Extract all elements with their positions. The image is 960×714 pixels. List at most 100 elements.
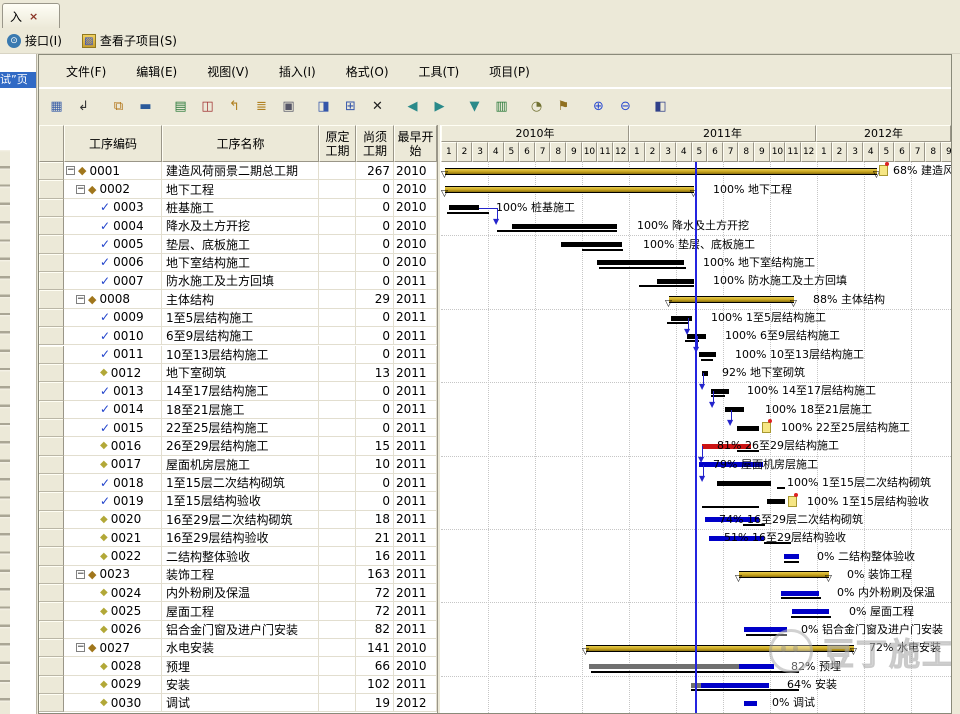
remain-duration-cell[interactable]: 0 [356,254,394,272]
orig-duration-cell[interactable] [319,162,356,180]
early-start-cell[interactable]: 2011 [394,382,437,400]
insert-row-icon[interactable]: ⊞ [340,96,361,117]
task-code-cell[interactable]: −◆0027 [64,639,162,657]
gantt-progress-bar[interactable] [449,205,479,210]
header-col-early-start[interactable]: 最早开始 [394,125,437,162]
early-start-cell[interactable]: 2011 [394,584,437,602]
early-start-cell[interactable]: 2010 [394,162,437,180]
remain-duration-cell[interactable]: 0 [356,309,394,327]
collapse-expand-box[interactable]: − [76,643,85,652]
orig-duration-cell[interactable] [319,602,356,620]
move-task-icon[interactable]: ↰ [224,96,245,117]
task-row[interactable]: ✓0006地下室结构施工02010 [39,254,437,272]
row-header-cell[interactable] [39,456,64,474]
task-note-icon[interactable] [762,422,771,433]
remain-duration-cell[interactable]: 0 [356,217,394,235]
header-col-code[interactable]: 工序编码 [64,125,162,162]
row-header-cell[interactable] [39,492,64,510]
task-code-cell[interactable]: ✓0014 [64,401,162,419]
remain-duration-cell[interactable]: 16 [356,547,394,565]
tab-close-icon[interactable]: × [29,10,38,23]
remain-duration-cell[interactable]: 82 [356,621,394,639]
menu-item[interactable]: 插入(I) [264,58,331,85]
row-header-cell[interactable] [39,694,64,712]
task-code-cell[interactable]: ✓0004 [64,217,162,235]
task-row[interactable]: ✓001110至13层结构施工02011 [39,346,437,364]
row-header-cell[interactable] [39,272,64,290]
task-code-cell[interactable]: ✓0007 [64,272,162,290]
task-name-cell[interactable]: 铝合金门窗及进户门安装 [162,621,319,639]
task-code-cell[interactable]: ◆0022 [64,547,162,565]
remain-duration-cell[interactable]: 141 [356,639,394,657]
task-name-cell[interactable]: 22至25层结构施工 [162,419,319,437]
task-name-cell[interactable]: 1至5层结构施工 [162,309,319,327]
early-start-cell[interactable]: 2010 [394,254,437,272]
remain-duration-cell[interactable]: 72 [356,584,394,602]
task-row[interactable]: ◆0017屋面机房层施工102011 [39,456,437,474]
menu-item[interactable]: 视图(V) [192,58,264,85]
remain-duration-cell[interactable]: 102 [356,676,394,694]
task-row[interactable]: ✓00191至15层结构验收02011 [39,492,437,510]
orig-duration-cell[interactable] [319,676,356,694]
early-start-cell[interactable]: 2010 [394,657,437,675]
orig-duration-cell[interactable] [319,235,356,253]
orig-duration-cell[interactable] [319,254,356,272]
orig-duration-cell[interactable] [319,199,356,217]
gantt-baseline-bar[interactable] [582,249,623,251]
task-code-cell[interactable]: −◆0001 [64,162,162,180]
task-row[interactable]: ✓0005垫层、底板施工02010 [39,235,437,253]
task-name-cell[interactable]: 垫层、底板施工 [162,235,319,253]
early-start-cell[interactable]: 2011 [394,309,437,327]
task-row[interactable]: ◆0030调试192012 [39,694,437,712]
task-row[interactable]: ◆0028预埋662010 [39,657,437,675]
early-start-cell[interactable]: 2011 [394,437,437,455]
remain-duration-cell[interactable]: 163 [356,566,394,584]
gantt-baseline-bar[interactable] [667,322,689,324]
remain-duration-cell[interactable]: 72 [356,602,394,620]
gantt-summary-bar[interactable] [669,296,794,303]
task-row[interactable]: ✓001314至17层结构施工02011 [39,382,437,400]
task-row[interactable]: ◆0012地下室砌筑132011 [39,364,437,382]
row-header-cell[interactable] [39,382,64,400]
task-row[interactable]: ✓00091至5层结构施工 02011 [39,309,437,327]
remain-duration-cell[interactable]: 0 [356,199,394,217]
bar-tool-icon[interactable]: ▬ [135,96,156,117]
remain-duration-cell[interactable]: 0 [356,327,394,345]
header-col-rowheader[interactable] [39,125,64,162]
gantt-remaining-bar[interactable] [792,609,829,614]
remain-duration-cell[interactable]: 0 [356,235,394,253]
row-header-cell[interactable] [39,639,64,657]
row-header-cell[interactable] [39,584,64,602]
gantt-progress-bar[interactable] [725,407,744,412]
link-icon[interactable]: ↲ [73,96,94,117]
row-header-cell[interactable] [39,217,64,235]
task-name-cell[interactable]: 10至13层结构施工 [162,346,319,364]
zoom-in-icon[interactable]: ⊕ [588,96,609,117]
orig-duration-cell[interactable] [319,657,356,675]
gantt-progress-bar[interactable] [699,352,716,357]
gantt-remaining-bar[interactable] [744,627,787,632]
remain-duration-cell[interactable]: 19 [356,694,394,712]
delete-icon[interactable]: ✕ [367,96,388,117]
early-start-cell[interactable]: 2011 [394,419,437,437]
task-row[interactable]: −◆0001建造风荷丽景二期总工期2672010 [39,162,437,180]
orig-duration-cell[interactable] [319,621,356,639]
row-header-cell[interactable] [39,437,64,455]
task-name-cell[interactable]: 地下工程 [162,180,319,198]
task-row[interactable]: ◆002116至29层结构验收212011 [39,529,437,547]
gantt-baseline-bar[interactable] [639,285,694,287]
task-code-cell[interactable]: ◆0029 [64,676,162,694]
orig-duration-cell[interactable] [319,694,356,712]
task-row[interactable]: ✓00106至9层结构施工02011 [39,327,437,345]
gantt-baseline-bar[interactable] [791,616,831,618]
orig-duration-cell[interactable] [319,401,356,419]
gantt-summary-bar[interactable] [445,168,877,175]
task-row[interactable]: ✓0003桩基施工02010 [39,199,437,217]
task-code-cell[interactable]: ✓0010 [64,327,162,345]
task-name-cell[interactable]: 防水施工及土方回填 [162,272,319,290]
task-code-cell[interactable]: ◆0025 [64,602,162,620]
early-start-cell[interactable]: 2010 [394,235,437,253]
task-code-cell[interactable]: ✓0009 [64,309,162,327]
row-header-cell[interactable] [39,346,64,364]
task-code-cell[interactable]: ◆0017 [64,456,162,474]
